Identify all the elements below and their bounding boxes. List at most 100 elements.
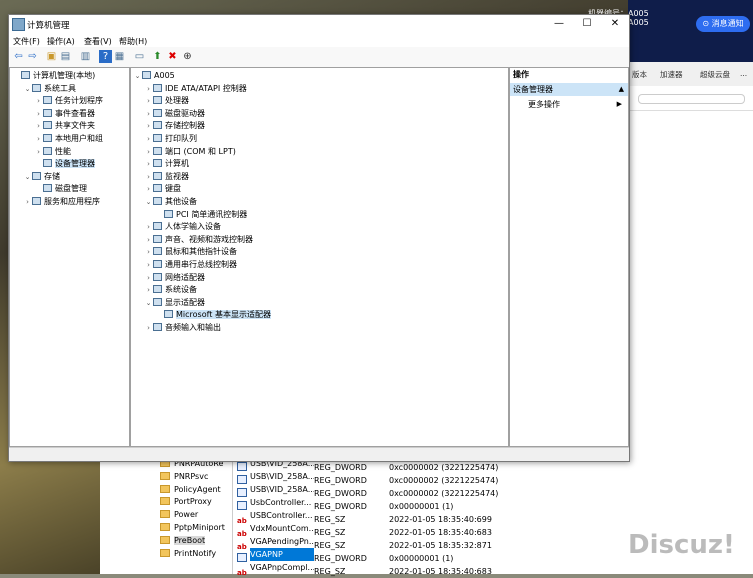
- collapse-arrow-icon[interactable]: ›: [144, 246, 153, 258]
- help-icon[interactable]: ?: [99, 50, 112, 63]
- device-tree-item[interactable]: Microsoft 基本显示适配器: [155, 309, 271, 321]
- collapse-arrow-icon[interactable]: ›: [144, 133, 153, 145]
- collapse-arrow-icon[interactable]: ›: [34, 95, 43, 107]
- collapse-arrow-icon[interactable]: ›: [34, 108, 43, 120]
- registry-key-item[interactable]: PptpMiniport: [160, 521, 225, 534]
- console-tree-item[interactable]: ⌄ 系统工具: [23, 83, 76, 95]
- console-tree-item[interactable]: ⌄ 存储: [23, 171, 60, 183]
- registry-key-item[interactable]: PNRPsvc: [160, 470, 208, 483]
- registry-value-row[interactable]: abVdxMountCom...REG_SZ 2022-01-05 18:35:4…: [237, 522, 627, 538]
- device-tree-item[interactable]: › 系统设备: [144, 284, 197, 296]
- collapse-arrow-icon[interactable]: ›: [144, 259, 153, 271]
- message-notify-button[interactable]: ⊙ 消息通知: [696, 16, 750, 32]
- collapse-arrow-icon[interactable]: ›: [144, 95, 153, 107]
- device-tree-item[interactable]: › 端口 (COM 和 LPT): [144, 146, 236, 158]
- forward-arrow-icon[interactable]: ⇨: [26, 50, 39, 63]
- device-tree-item[interactable]: PCI 简单通讯控制器: [155, 209, 247, 221]
- menu-action[interactable]: 操作(A): [47, 36, 75, 47]
- view-icon[interactable]: ▦: [113, 50, 126, 63]
- properties-icon[interactable]: ▥: [79, 50, 92, 63]
- device-tree-item[interactable]: › 通用串行总线控制器: [144, 259, 237, 271]
- console-tree-item[interactable]: › 任务计划程序: [34, 95, 103, 107]
- collapse-arrow-icon[interactable]: ›: [144, 234, 153, 246]
- collapse-arrow-icon[interactable]: ›: [144, 146, 153, 158]
- console-tree-item[interactable]: 计算机管理(本地): [12, 70, 95, 82]
- registry-value-row[interactable]: abUSBController...REG_SZ 2022-01-05 18:35…: [237, 509, 627, 525]
- device-tree-item[interactable]: › 处理器: [144, 95, 189, 107]
- expand-arrow-icon[interactable]: ⌄: [133, 70, 142, 82]
- nav-item[interactable]: 超级云盘: [700, 69, 730, 80]
- device-tree-item[interactable]: › 声音、视频和游戏控制器: [144, 234, 253, 246]
- registry-value-row[interactable]: USB\VID_258A...REG_DWORD 0xc0000002 (3221…: [237, 470, 627, 485]
- menu-file[interactable]: 文件(F): [13, 36, 40, 47]
- expand-arrow-icon[interactable]: ⌄: [144, 196, 153, 208]
- collapse-arrow-icon[interactable]: ›: [144, 171, 153, 183]
- device-tree-item[interactable]: ⌄ 显示适配器: [144, 297, 205, 309]
- registry-value-row[interactable]: USB\VID_258A...REG_DWORD 0xc0000002 (3221…: [237, 483, 627, 498]
- console-tree-item[interactable]: › 共享文件夹: [34, 120, 95, 132]
- disable-device-icon[interactable]: ⊕: [181, 50, 194, 63]
- device-tree-item[interactable]: › 鼠标和其他指针设备: [144, 246, 237, 258]
- menu-help[interactable]: 帮助(H): [119, 36, 147, 47]
- collapse-arrow-icon[interactable]: ›: [144, 322, 153, 334]
- more-actions-item[interactable]: 更多操作 ▶: [528, 98, 622, 111]
- registry-value-row[interactable]: abVGAPnpCompl...REG_SZ 2022-01-05 18:35:4…: [237, 561, 627, 577]
- console-tree-item[interactable]: 磁盘管理: [34, 183, 87, 195]
- device-tree-item[interactable]: › IDE ATA/ATAPI 控制器: [144, 83, 247, 95]
- expand-arrow-icon[interactable]: ⌄: [144, 297, 153, 309]
- collapse-arrow-icon[interactable]: ›: [144, 221, 153, 233]
- maximize-button[interactable]: ☐: [573, 15, 601, 33]
- nav-item[interactable]: 加速器: [660, 69, 683, 80]
- collapse-arrow-icon[interactable]: ›: [144, 272, 153, 284]
- device-tree-item[interactable]: › 监视器: [144, 171, 189, 183]
- back-arrow-icon[interactable]: ⇦: [12, 50, 25, 63]
- collapse-arrow-icon[interactable]: ›: [144, 83, 153, 95]
- registry-key-item[interactable]: PolicyAgent: [160, 483, 221, 496]
- up-folder-icon[interactable]: ▣: [45, 50, 58, 63]
- collapse-arrow-icon[interactable]: ›: [23, 196, 32, 208]
- device-tree-item[interactable]: › 打印队列: [144, 133, 197, 145]
- device-tree-item[interactable]: › 磁盘驱动器: [144, 108, 205, 120]
- collapse-arrow-icon[interactable]: ›: [144, 108, 153, 120]
- device-tree-item[interactable]: › 键盘: [144, 183, 181, 195]
- device-tree-item[interactable]: ⌄ 其他设备: [144, 196, 197, 208]
- show-hide-tree-icon[interactable]: ▤: [59, 50, 72, 63]
- device-tree-item[interactable]: › 网络适配器: [144, 272, 205, 284]
- console-tree-item[interactable]: 设备管理器: [34, 158, 95, 170]
- collapse-arrow-icon[interactable]: ›: [34, 120, 43, 132]
- console-tree-item[interactable]: › 本地用户和组: [34, 133, 103, 145]
- collapse-arrow-icon[interactable]: ›: [34, 133, 43, 145]
- registry-key-item[interactable]: Power: [160, 508, 198, 521]
- expand-arrow-icon[interactable]: ⌄: [23, 83, 32, 95]
- collapse-arrow-icon[interactable]: ›: [144, 284, 153, 296]
- nav-item[interactable]: 版本: [632, 69, 647, 80]
- minimize-button[interactable]: —: [545, 15, 573, 33]
- actions-device-manager[interactable]: 设备管理器 ▲: [510, 83, 628, 96]
- collapse-arrow-icon[interactable]: ›: [144, 158, 153, 170]
- menu-view[interactable]: 查看(V): [84, 36, 112, 47]
- update-driver-icon[interactable]: ⬆: [151, 50, 164, 63]
- device-tree-item[interactable]: › 存储控制器: [144, 120, 205, 132]
- expand-arrow-icon[interactable]: ⌄: [23, 171, 32, 183]
- device-tree-item[interactable]: › 计算机: [144, 158, 189, 170]
- registry-key-item[interactable]: PortProxy: [160, 495, 212, 508]
- registry-value-row[interactable]: VGAPNP REG_DWORD 0x00000001 (1): [237, 548, 627, 563]
- collapse-arrow-icon[interactable]: ›: [34, 146, 43, 158]
- registry-value-row[interactable]: abVGAPendingPn...REG_SZ 2022-01-05 18:35:…: [237, 535, 627, 551]
- console-tree-item[interactable]: › 性能: [34, 146, 71, 158]
- console-tree-item[interactable]: › 事件查看器: [34, 108, 95, 120]
- collapse-arrow-icon[interactable]: ›: [144, 120, 153, 132]
- device-tree-item[interactable]: ⌄ A005: [133, 70, 175, 82]
- toolbar: ⇦ ⇨ ▣ ▤ ▥ ? ▦ ▭ ⬆ ✖ ⊕: [9, 47, 629, 68]
- close-button[interactable]: ✕: [601, 15, 629, 33]
- registry-key-item[interactable]: PreBoot: [160, 534, 206, 547]
- registry-value-row[interactable]: UsbController... REG_DWORD 0x00000001 (1): [237, 496, 627, 511]
- device-tree-item[interactable]: › 音频输入和输出: [144, 322, 221, 334]
- nav-item[interactable]: ...: [740, 69, 747, 78]
- uninstall-device-icon[interactable]: ✖: [166, 50, 179, 63]
- collapse-arrow-icon[interactable]: ›: [144, 183, 153, 195]
- device-tree-item[interactable]: › 人体学输入设备: [144, 221, 221, 233]
- registry-key-item[interactable]: PrintNotify: [160, 547, 216, 560]
- scan-hardware-icon[interactable]: ▭: [133, 50, 146, 63]
- console-tree-item[interactable]: › 服务和应用程序: [23, 196, 100, 208]
